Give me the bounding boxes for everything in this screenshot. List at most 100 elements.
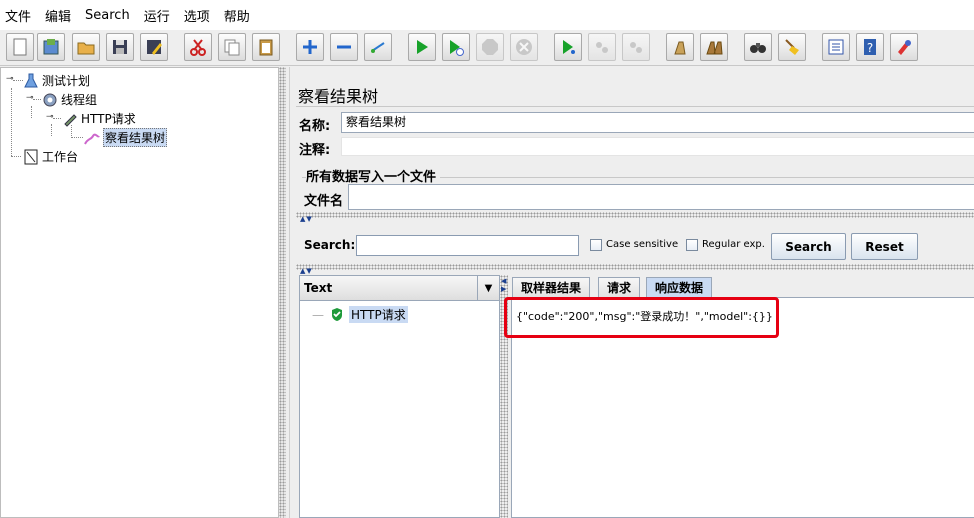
- templates-button[interactable]: [37, 33, 65, 61]
- function-helper-button[interactable]: [822, 33, 850, 61]
- tree-label-thread-group: 线程组: [61, 93, 98, 107]
- menu-run[interactable]: 运行: [144, 6, 170, 25]
- tree-node-test-plan[interactable]: 测试计划: [23, 71, 90, 90]
- regex-label: Regular exp.: [702, 239, 765, 250]
- tree-node-thread-group[interactable]: 线程组: [42, 90, 97, 109]
- paste-button[interactable]: [252, 33, 280, 61]
- remote-start-button[interactable]: [554, 33, 582, 61]
- tab-response-data[interactable]: 响应数据: [646, 277, 713, 297]
- reset-button[interactable]: Reset: [851, 233, 918, 260]
- tree-node-workbench[interactable]: 工作台: [23, 147, 78, 166]
- binoculars-icon: [750, 43, 766, 53]
- log-viewer-button[interactable]: [890, 33, 918, 61]
- tab-sampler-result[interactable]: 取样器结果: [512, 277, 591, 297]
- copy-button[interactable]: [218, 33, 246, 61]
- clear-all-icon: [706, 41, 723, 55]
- divider-arrows-2[interactable]: ▲▼: [300, 267, 313, 275]
- save-button[interactable]: [106, 33, 134, 61]
- gear-icon: [42, 92, 58, 108]
- menu-search[interactable]: Search: [85, 8, 130, 23]
- renderer-value: Text: [304, 281, 333, 295]
- search-button-tb[interactable]: [744, 33, 772, 61]
- start-no-timers-button[interactable]: [442, 33, 470, 61]
- reset-search-button[interactable]: [778, 33, 806, 61]
- regex-checkbox[interactable]: [686, 239, 698, 251]
- collapse-icon: [337, 45, 351, 49]
- clear-all-button[interactable]: [700, 33, 728, 61]
- expand-icon: [303, 40, 317, 54]
- log-viewer-icon: [898, 40, 911, 55]
- clipboard-icon: [23, 149, 39, 165]
- results-splitter-arrows[interactable]: ◀ ▶: [501, 277, 506, 293]
- menu-bar: 文件 编辑 Search 运行 选项 帮助: [0, 0, 974, 30]
- menu-edit[interactable]: 编辑: [45, 6, 71, 25]
- divider-1[interactable]: [296, 212, 974, 218]
- expand-button[interactable]: [296, 33, 324, 61]
- comment-field[interactable]: [341, 137, 974, 156]
- toggle-button[interactable]: [364, 33, 392, 61]
- shutdown-icon: [516, 39, 532, 55]
- remote-stop-button[interactable]: [588, 33, 616, 61]
- comment-label: 注释:: [299, 143, 331, 158]
- divider-arrows[interactable]: ▲▼: [300, 215, 313, 223]
- case-sensitive-checkbox[interactable]: [590, 239, 602, 251]
- tree-label-results-tree: 察看结果树: [103, 128, 168, 147]
- filename-field[interactable]: [348, 184, 974, 210]
- help-button[interactable]: ?: [856, 33, 884, 61]
- menu-options[interactable]: 选项: [184, 6, 210, 25]
- open-button[interactable]: [72, 33, 100, 61]
- chevron-down-icon[interactable]: ▼: [477, 276, 499, 300]
- flask-icon: [23, 73, 39, 89]
- success-shield-icon: [330, 307, 344, 322]
- templates-icon: [43, 39, 59, 55]
- result-item[interactable]: — HTTP请求: [312, 306, 408, 323]
- shutdown-button[interactable]: [510, 33, 538, 61]
- tree-label-test-plan: 测试计划: [42, 74, 91, 88]
- divider-2[interactable]: [296, 264, 974, 270]
- panel-title: 察看结果树: [298, 87, 379, 106]
- help-icon: ?: [864, 39, 876, 55]
- tab-request[interactable]: 请求: [598, 277, 641, 297]
- filename-label: 文件名: [304, 194, 344, 209]
- open-icon: [77, 42, 95, 55]
- new-icon: [13, 38, 27, 56]
- name-field[interactable]: 察看结果树: [341, 112, 974, 133]
- highlight-annotation: [504, 297, 779, 338]
- stop-button[interactable]: [476, 33, 504, 61]
- search-label: Search:: [304, 238, 356, 252]
- search-input[interactable]: [356, 235, 579, 256]
- search-button[interactable]: Search: [771, 233, 846, 260]
- chart-icon: [84, 130, 100, 146]
- save-as-button[interactable]: [140, 33, 168, 61]
- remote-shutdown-button[interactable]: [622, 33, 650, 61]
- result-item-label: HTTP请求: [349, 306, 408, 323]
- renderer-select[interactable]: Text ▼: [300, 276, 499, 301]
- start-button[interactable]: [408, 33, 436, 61]
- tree-toggle-test-plan[interactable]: ⊸: [6, 75, 15, 85]
- main-splitter[interactable]: [279, 67, 286, 518]
- tree-toggle-thread-group[interactable]: ⊸: [26, 94, 35, 104]
- clear-button[interactable]: [666, 33, 694, 61]
- results-tree-panel: 察看结果树 名称: 察看结果树 注释: 所有数据写入一个文件 文件名 ▲▼ Se…: [289, 67, 974, 518]
- svg-text:?: ?: [867, 41, 873, 55]
- test-plan-tree: ⊸ ⊸ ⊸ 测试计划 线程组 HTTP请求 察看结果树 工作台: [0, 67, 279, 518]
- tree-label-workbench: 工作台: [42, 150, 79, 164]
- tree-node-results-tree[interactable]: 察看结果树: [84, 128, 168, 147]
- list-icon: [828, 39, 844, 55]
- menu-file[interactable]: 文件: [5, 6, 31, 25]
- collapse-button[interactable]: [330, 33, 358, 61]
- new-button[interactable]: [6, 33, 34, 61]
- menu-help[interactable]: 帮助: [224, 6, 250, 25]
- broom-icon: [785, 39, 799, 55]
- tree-toggle-http-request[interactable]: ⊸: [46, 113, 55, 123]
- pipette-icon: [62, 111, 78, 127]
- remote-start-icon: [563, 40, 575, 54]
- stop-icon: [482, 39, 498, 55]
- file-group-title: 所有数据写入一个文件: [306, 166, 441, 185]
- save-as-icon: [147, 40, 162, 55]
- toggle-icon: [371, 42, 385, 53]
- tree-node-http-request[interactable]: HTTP请求: [62, 109, 136, 128]
- remote-stop-icon: [596, 42, 608, 53]
- cut-button[interactable]: [184, 33, 212, 61]
- save-icon: [113, 40, 127, 54]
